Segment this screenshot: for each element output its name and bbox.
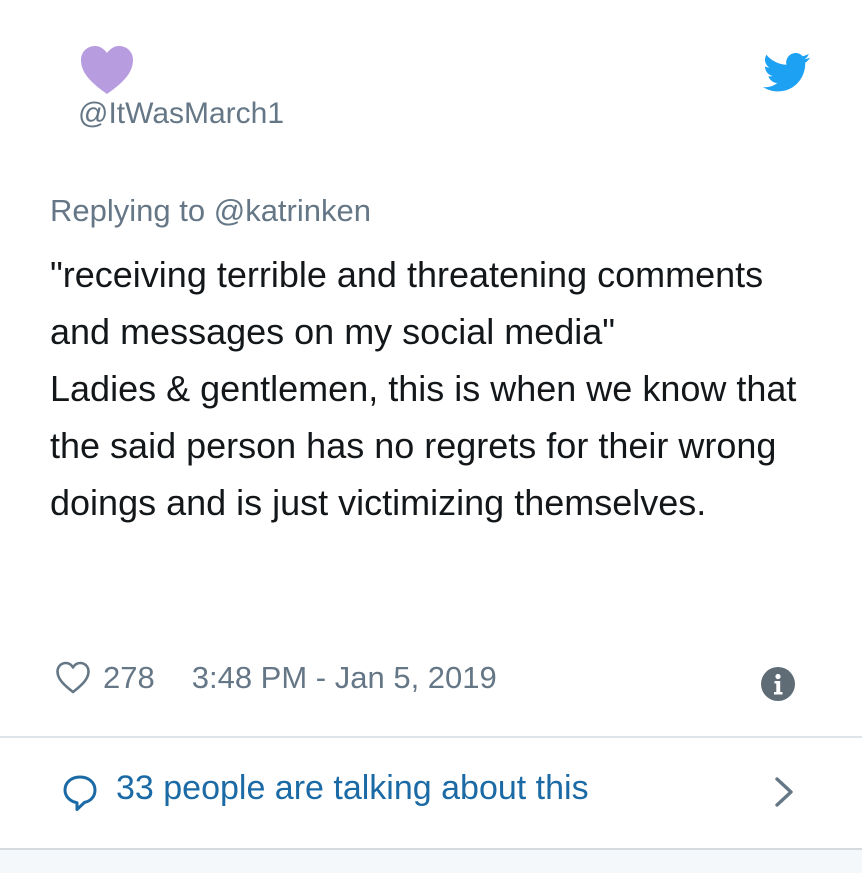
- user-handle[interactable]: @ItWasMarch1: [78, 97, 284, 131]
- tweet-paragraph: "receiving terrible and threatening comm…: [50, 254, 764, 352]
- info-icon[interactable]: [760, 666, 796, 702]
- tweet-timestamp[interactable]: 3:48 PM - Jan 5, 2019: [192, 660, 497, 696]
- tweet-meta: 278 3:48 PM - Jan 5, 2019: [55, 656, 497, 700]
- tweet-text: "receiving terrible and threatening comm…: [50, 246, 830, 531]
- speech-bubble-icon: [63, 775, 97, 811]
- chevron-right-icon: [775, 777, 793, 807]
- tweet-paragraph: Ladies & gentlemen, this is when we know…: [50, 368, 797, 523]
- tweet-card: @ItWasMarch1 Replying to @katrinken "rec…: [0, 0, 862, 850]
- heart-outline-icon[interactable]: [55, 661, 91, 695]
- purple-heart-icon[interactable]: [79, 45, 135, 95]
- like-count: 278: [103, 660, 155, 695]
- conversation-link[interactable]: 33 people are talking about this: [0, 738, 862, 846]
- reply-prefix: Replying to: [50, 193, 214, 228]
- twitter-bird-icon[interactable]: [763, 53, 811, 93]
- reply-to-handle[interactable]: @katrinken: [214, 193, 371, 228]
- reply-context: Replying to @katrinken: [50, 193, 371, 229]
- talking-about-label: 33 people are talking about this: [116, 769, 589, 807]
